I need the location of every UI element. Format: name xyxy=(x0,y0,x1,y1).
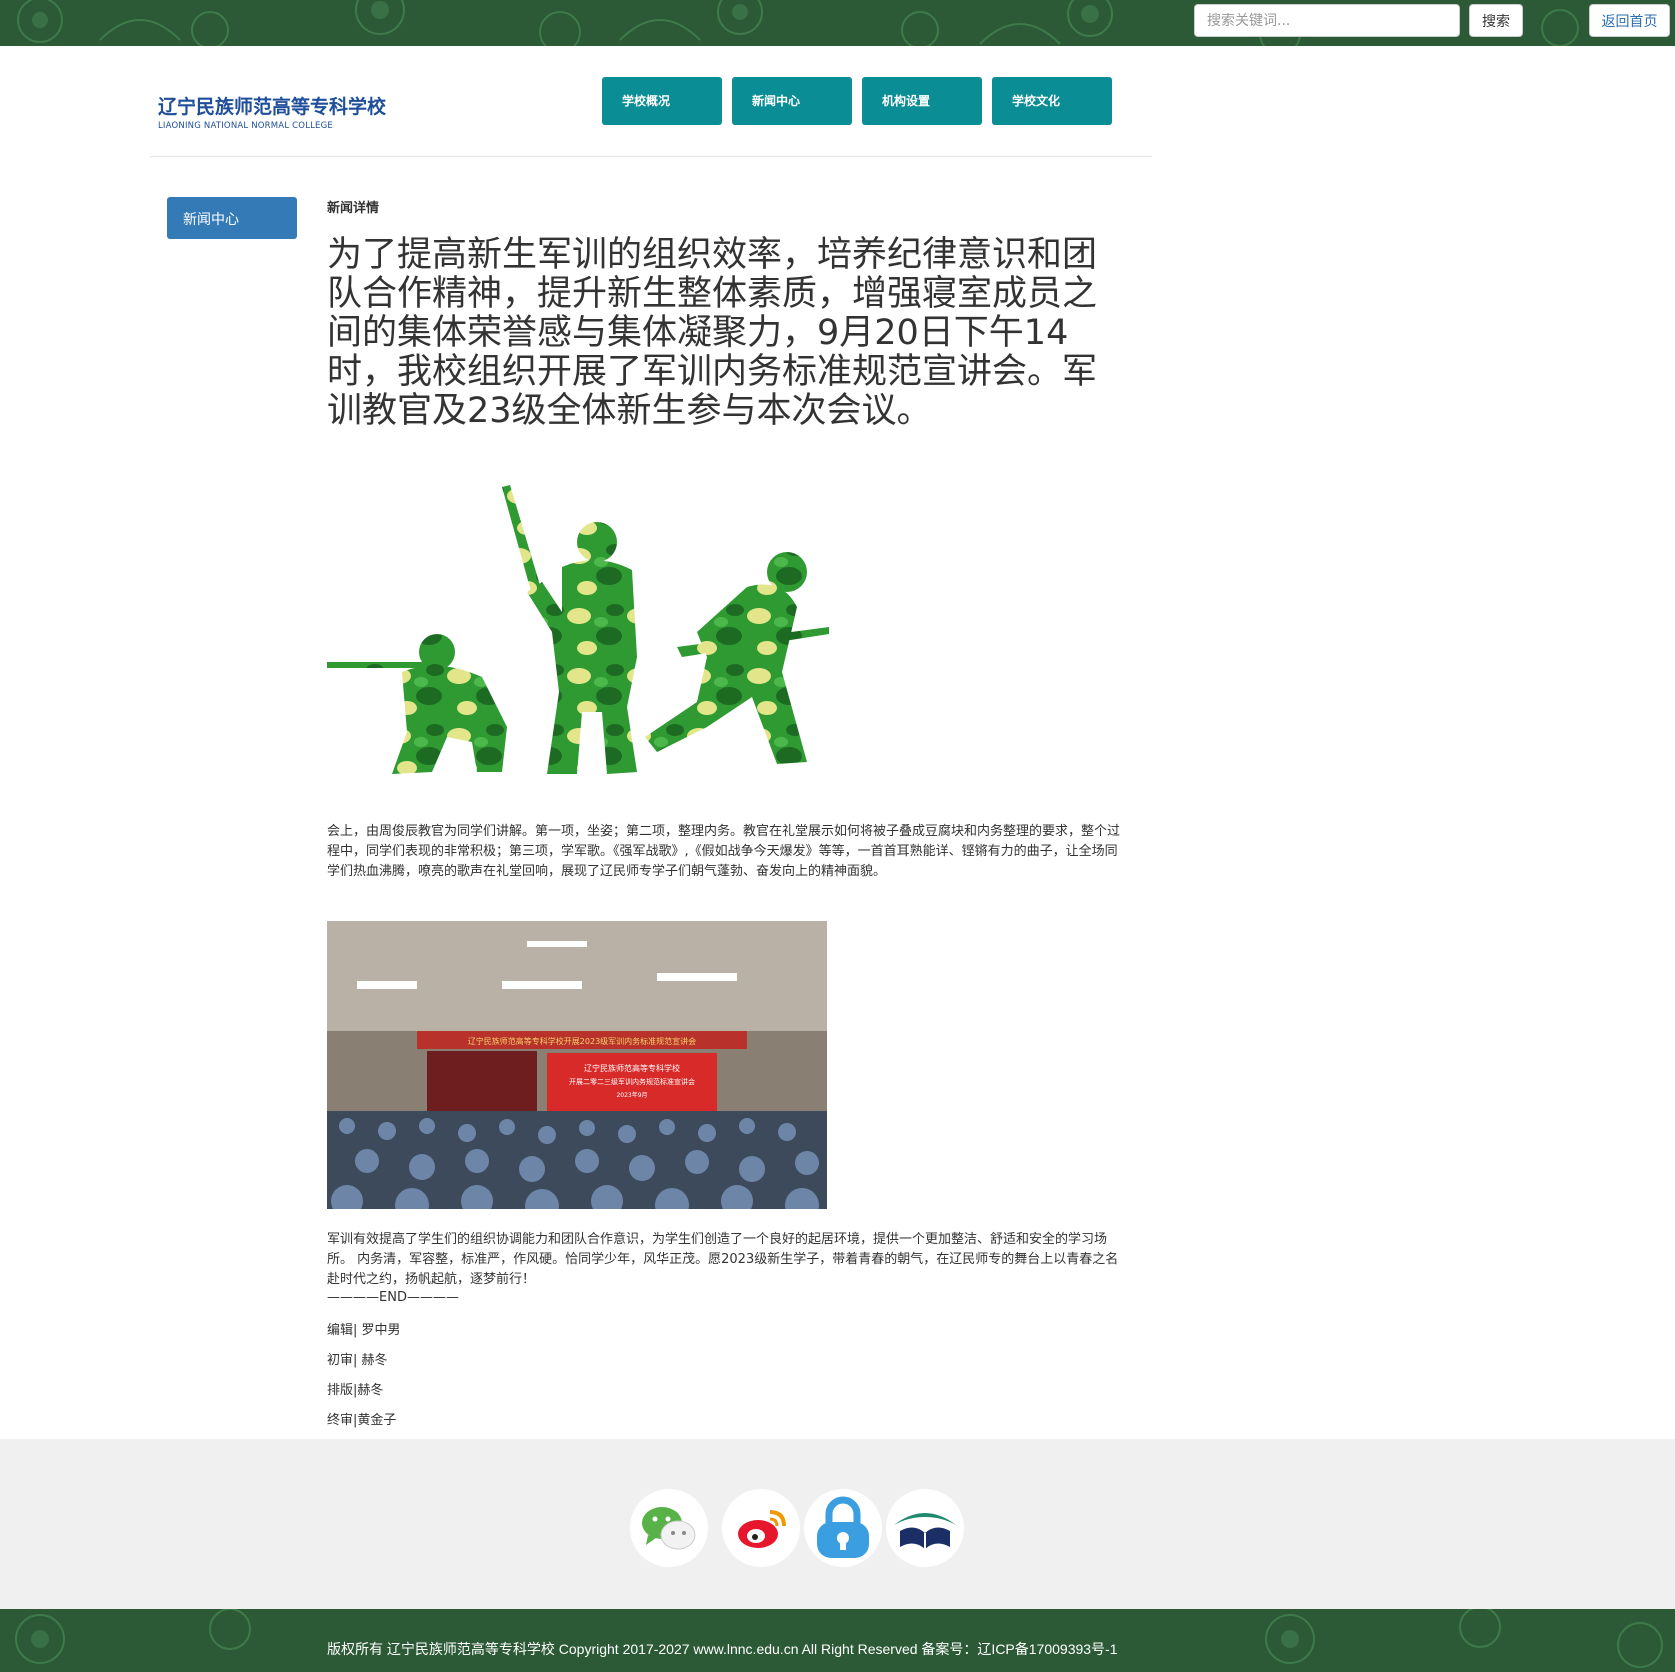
wechat-link[interactable] xyxy=(630,1489,708,1567)
nav-departments[interactable]: 机构设置 xyxy=(862,77,982,125)
nav-news-center[interactable]: 新闻中心 xyxy=(732,77,852,125)
library-link[interactable] xyxy=(886,1489,964,1567)
lock-link[interactable] xyxy=(804,1489,882,1567)
svg-text:辽宁民族师范高等专科学校开展2023级军训内务标准规范宣讲会: 辽宁民族师范高等专科学校开展2023级军训内务标准规范宣讲会 xyxy=(468,1036,696,1046)
auditorium-photo-image: 辽宁民族师范高等专科学校开展2023级军训内务标准规范宣讲会 辽宁民族师范高等专… xyxy=(327,921,827,1209)
credit-layout: 排版|赫冬 xyxy=(327,1383,384,1398)
nav-school-culture[interactable]: 学校文化 xyxy=(992,77,1112,125)
header-divider xyxy=(150,156,1152,157)
end-marker: ————END———— xyxy=(327,1290,459,1305)
school-logo[interactable]: K 辽宁民族师范高等专科学校 LIAONING NATIONAL NORMAL … xyxy=(150,84,386,138)
credit-final-review: 终审|黄金子 xyxy=(327,1413,397,1428)
article-title: 为了提高新生军训的组织效率，培养纪律意识和团队合作精神，提升新生整体素质，增强寝… xyxy=(327,235,1098,431)
weibo-icon xyxy=(738,1510,786,1548)
home-link-button[interactable]: 返回首页 xyxy=(1589,4,1670,37)
svg-text:开展二零二三级军训内务规范标准宣讲会: 开展二零二三级军训内务规范标准宣讲会 xyxy=(569,1077,695,1086)
article-paragraph-1: 会上，由周俊辰教官为同学们讲解。第一项，坐姿；第二项，整理内务。教官在礼堂展示如… xyxy=(327,824,1121,879)
auditorium-photo: 辽宁民族师范高等专科学校开展2023级军训内务标准规范宣讲会 辽宁民族师范高等专… xyxy=(327,921,827,1209)
search-input[interactable] xyxy=(1194,4,1460,37)
breadcrumb: 新闻详情 xyxy=(327,201,380,216)
copyright-text: 版权所有 辽宁民族师范高等专科学校 Copyright 2017-2027 ww… xyxy=(327,1641,1118,1657)
camouflage-soldiers-illustration xyxy=(327,485,829,774)
svg-text:2023年9月: 2023年9月 xyxy=(616,1091,647,1099)
article-header: 新闻详情 xyxy=(327,197,1127,216)
weibo-link[interactable] xyxy=(722,1489,800,1567)
top-bar: 搜索 返回首页 xyxy=(0,0,1675,46)
lock-icon xyxy=(817,1496,869,1558)
wechat-icon xyxy=(642,1507,696,1550)
article-paragraph-2: 军训有效提高了学生们的组织协调能力和团队合作意识，为学生们创造了一个良好的起居环… xyxy=(327,1232,1119,1287)
school-name-en: LIAONING NATIONAL NORMAL COLLEGE xyxy=(158,120,333,131)
nav-school-overview[interactable]: 学校概况 xyxy=(602,77,722,125)
school-name-cn: 辽宁民族师范高等专科学校 xyxy=(158,95,387,118)
main-nav: 学校概况 新闻中心 机构设置 学校文化 xyxy=(602,77,1122,125)
search-button[interactable]: 搜索 xyxy=(1469,4,1523,37)
svg-text:辽宁民族师范高等专科学校: 辽宁民族师范高等专科学校 xyxy=(584,1063,680,1073)
credit-first-review: 初审| 赫冬 xyxy=(327,1353,388,1368)
library-icon xyxy=(894,1513,956,1549)
sidebar-item-news-center[interactable]: 新闻中心 xyxy=(167,197,297,239)
credit-editor: 编辑| 罗中男 xyxy=(327,1323,401,1338)
